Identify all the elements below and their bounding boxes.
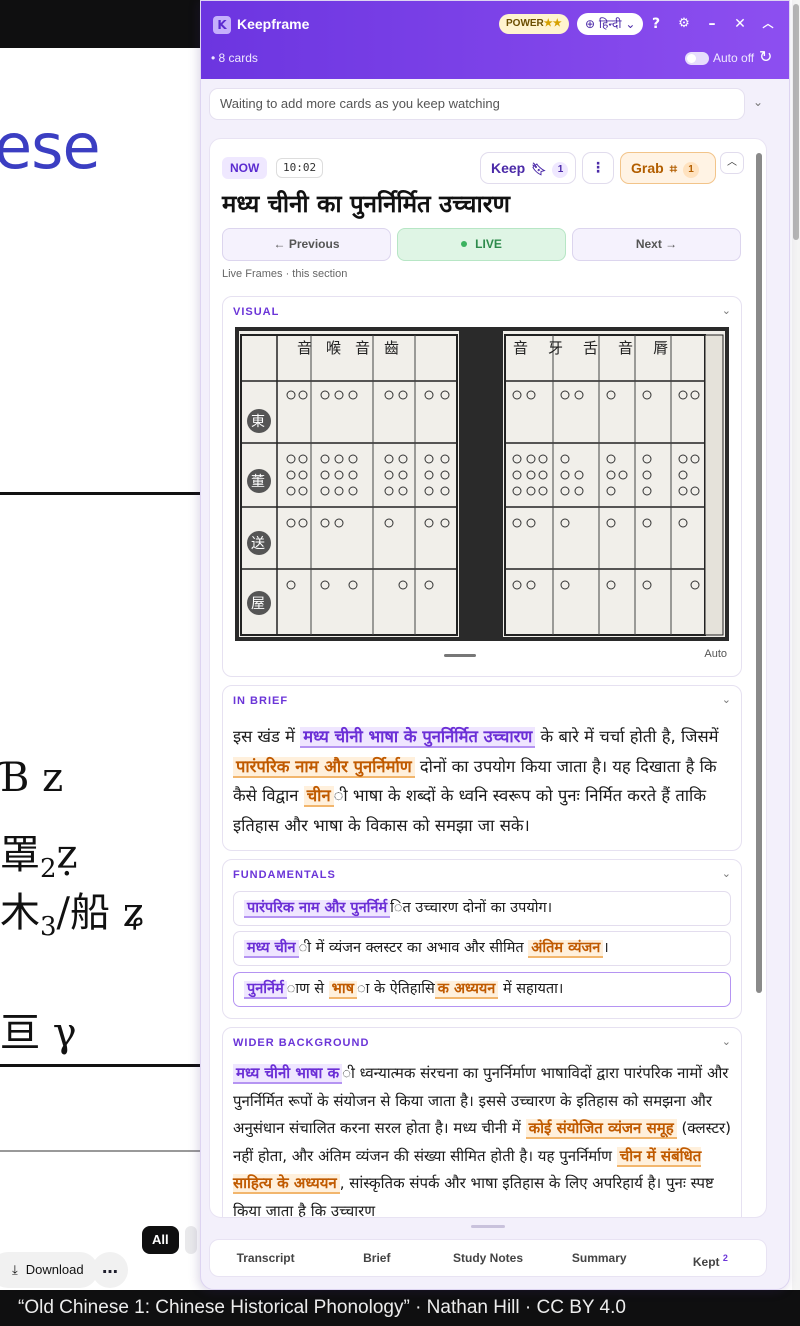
highlight-term[interactable]: मध्य चीनी भाषा के पुनर्निर्मित उच्चारण (300, 727, 536, 748)
refresh-icon[interactable]: ↻ (759, 47, 772, 66)
crop-icon: ⌗ (669, 161, 678, 176)
wider-background-text: मध्य चीनी भाषा की ध्वन्यात्मक संरचना का … (233, 1064, 732, 1218)
chip-next[interactable] (184, 1226, 197, 1254)
brief-label: IN BRIEF (233, 695, 289, 707)
video-topbar (0, 0, 200, 48)
star-icon: ★★ (543, 18, 562, 29)
download-icon: ⤓ (12, 1262, 18, 1277)
wider-background-section: WIDER BACKGROUND ⌄ मध्य चीनी भाषा की ध्व… (222, 1027, 742, 1218)
frame-image[interactable]: 音喉音齒 東 董 送 屋 音 牙 舌 音 脣 (235, 327, 729, 641)
highlight-term[interactable]: मध्य चीनी भाषा क (233, 1064, 343, 1084)
panel-header: K Keepframe POWER★★ ⊕ हिन्दी ⌄ ? ⚙ – ✕ ︿… (201, 1, 789, 79)
close-icon[interactable]: ✕ (731, 14, 749, 34)
wider-background-label: WIDER BACKGROUND (233, 1037, 370, 1049)
slide-han-line-1: Ɓ z (0, 755, 64, 801)
tab-kept[interactable]: Kept 2 (655, 1240, 766, 1276)
grab-count: 1 (683, 162, 700, 178)
page-scrollbar-thumb[interactable] (793, 4, 799, 240)
keepframe-logo: K (213, 16, 231, 34)
summary-card: NOW 10:02 Keep 🔖︎ 1 ⋮ Grab ⌗ 1 ︿ मध्य चीनी क… (209, 138, 767, 1218)
auto-toggle[interactable] (685, 52, 709, 65)
more-options-button[interactable]: … (92, 1252, 128, 1288)
slide-han-line-3: 木3/船 ʑ (0, 890, 146, 942)
chevron-up-icon[interactable]: ︿ (759, 14, 777, 34)
slide-rule-top (0, 492, 200, 495)
more-menu-button[interactable]: ⋮ (582, 152, 614, 184)
slide-han-line-4: 亘 γ (0, 1010, 77, 1056)
kept-count: 2 (722, 1253, 728, 1263)
row-char-1: 東 (251, 414, 265, 430)
tab-summary[interactable]: Summary (544, 1240, 655, 1276)
keep-count: 1 (552, 162, 569, 178)
slide-rule-bottom (0, 1064, 200, 1067)
row-char-4: 屋 (251, 596, 265, 612)
filter-chips: All (142, 1226, 197, 1254)
visual-label: VISUAL (233, 306, 280, 318)
book-page-left: 音喉音齒 東 董 送 屋 (239, 331, 459, 637)
help-icon[interactable]: ? (647, 14, 665, 34)
card-scrollbar[interactable] (756, 153, 762, 1213)
brief-text: इस खंड में मध्य चीनी भाषा के पुनर्निर्मि… (233, 727, 719, 835)
live-frames-label: Live Frames · this section (222, 268, 348, 280)
live-dot-icon (461, 241, 468, 247)
right-page-headings: 音牙舌音脣 (513, 339, 669, 357)
keep-button[interactable]: Keep 🔖︎ 1 (480, 152, 576, 184)
fundamentals-section: FUNDAMENTALS ⌄ पारंपरिक नाम और पुनर्निर्… (222, 859, 742, 1019)
download-button[interactable]: ⤓ Download (0, 1252, 98, 1288)
tab-study-notes[interactable]: Study Notes (432, 1240, 543, 1276)
timestamp[interactable]: 10:02 (276, 158, 324, 178)
grab-button[interactable]: Grab ⌗ 1 (620, 152, 716, 184)
slide-han-line-2: 罩2ẓ (0, 832, 78, 884)
slide-heading-fragment: ese (0, 110, 101, 183)
fundamentals-label: FUNDAMENTALS (233, 869, 336, 881)
chevron-down-icon[interactable]: ⌄ (753, 95, 763, 109)
tab-brief[interactable]: Brief (321, 1240, 432, 1276)
waiting-status-bar[interactable]: Waiting to add more cards as you keep wa… (209, 88, 745, 120)
cards-count: • 8 cards (211, 51, 258, 65)
image-resize-handle[interactable] (444, 654, 476, 657)
book-page-right: 音牙舌音脣 (503, 331, 725, 637)
video-caption: “Old Chinese 1: Chinese Historical Phono… (0, 1290, 800, 1326)
highlight-term[interactable]: कोई संयोजित व्यंजन समूह (525, 1119, 677, 1139)
highlight-term[interactable]: पारंपरिक नाम और पुनर्निर्माण (233, 756, 415, 778)
fundamental-item[interactable]: पारंपरिक नाम और पुनर्निर्मित उच्चारण दोन… (233, 891, 731, 926)
visual-auto-label[interactable]: Auto (704, 648, 727, 660)
visual-section: VISUAL ⌄ 音 喉 音 齒 東 董 送 屋 音 牙 舌 音 脣 Auto (222, 296, 742, 677)
language-selector[interactable]: ⊕ हिन्दी ⌄ (577, 13, 644, 35)
power-badge[interactable]: POWER★★ (499, 14, 569, 34)
bottom-tabs: Transcript Brief Study Notes Summary Kep… (209, 1239, 767, 1277)
row-char-3: 送 (251, 536, 265, 552)
chip-all[interactable]: All (142, 1226, 179, 1254)
fundamental-item[interactable]: मध्य चीनी में व्यंजन क्लस्टर का अभाव और … (233, 931, 731, 966)
chevron-down-icon[interactable]: ⌄ (722, 693, 731, 706)
previous-button[interactable]: ← Previous (222, 228, 391, 261)
card-title: मध्य चीनी का पुनर्निर्मित उच्चारण (222, 190, 510, 218)
slide-rule-progress (0, 1150, 200, 1152)
chevron-down-icon[interactable]: ⌄ (722, 304, 731, 317)
gear-icon[interactable]: ⚙ (675, 14, 693, 34)
highlight-term[interactable]: चीन (303, 786, 334, 807)
row-char-2: 董 (251, 474, 265, 490)
minimize-icon[interactable]: – (703, 14, 721, 34)
chevron-down-icon[interactable]: ⌄ (722, 867, 731, 880)
tab-transcript[interactable]: Transcript (210, 1240, 321, 1276)
brand-name: Keepframe (237, 16, 310, 32)
brief-section: IN BRIEF ⌄ इस खंड में मध्य चीनी भाषा के … (222, 685, 742, 851)
page-scrollbar[interactable] (792, 0, 800, 1290)
auto-toggle-label: Auto off (713, 51, 755, 65)
left-page-headings: 音喉音齒 (297, 339, 400, 357)
keepframe-panel: K Keepframe POWER★★ ⊕ हिन्दी ⌄ ? ⚙ – ✕ ︿… (200, 0, 790, 1290)
fundamental-item[interactable]: पुनर्निर्माण से भाषा के ऐतिहासि क अध्ययन … (233, 972, 731, 1007)
bookmark-icon: 🔖︎ (531, 162, 547, 176)
collapse-card-button[interactable]: ︿ (720, 152, 744, 174)
next-button[interactable]: Next → (572, 228, 741, 261)
chevron-down-icon[interactable]: ⌄ (722, 1035, 731, 1048)
card-scrollbar-thumb[interactable] (756, 153, 762, 993)
live-button[interactable]: LIVE (397, 228, 566, 261)
now-badge: NOW (222, 157, 268, 179)
tabs-drag-handle[interactable] (471, 1225, 505, 1228)
